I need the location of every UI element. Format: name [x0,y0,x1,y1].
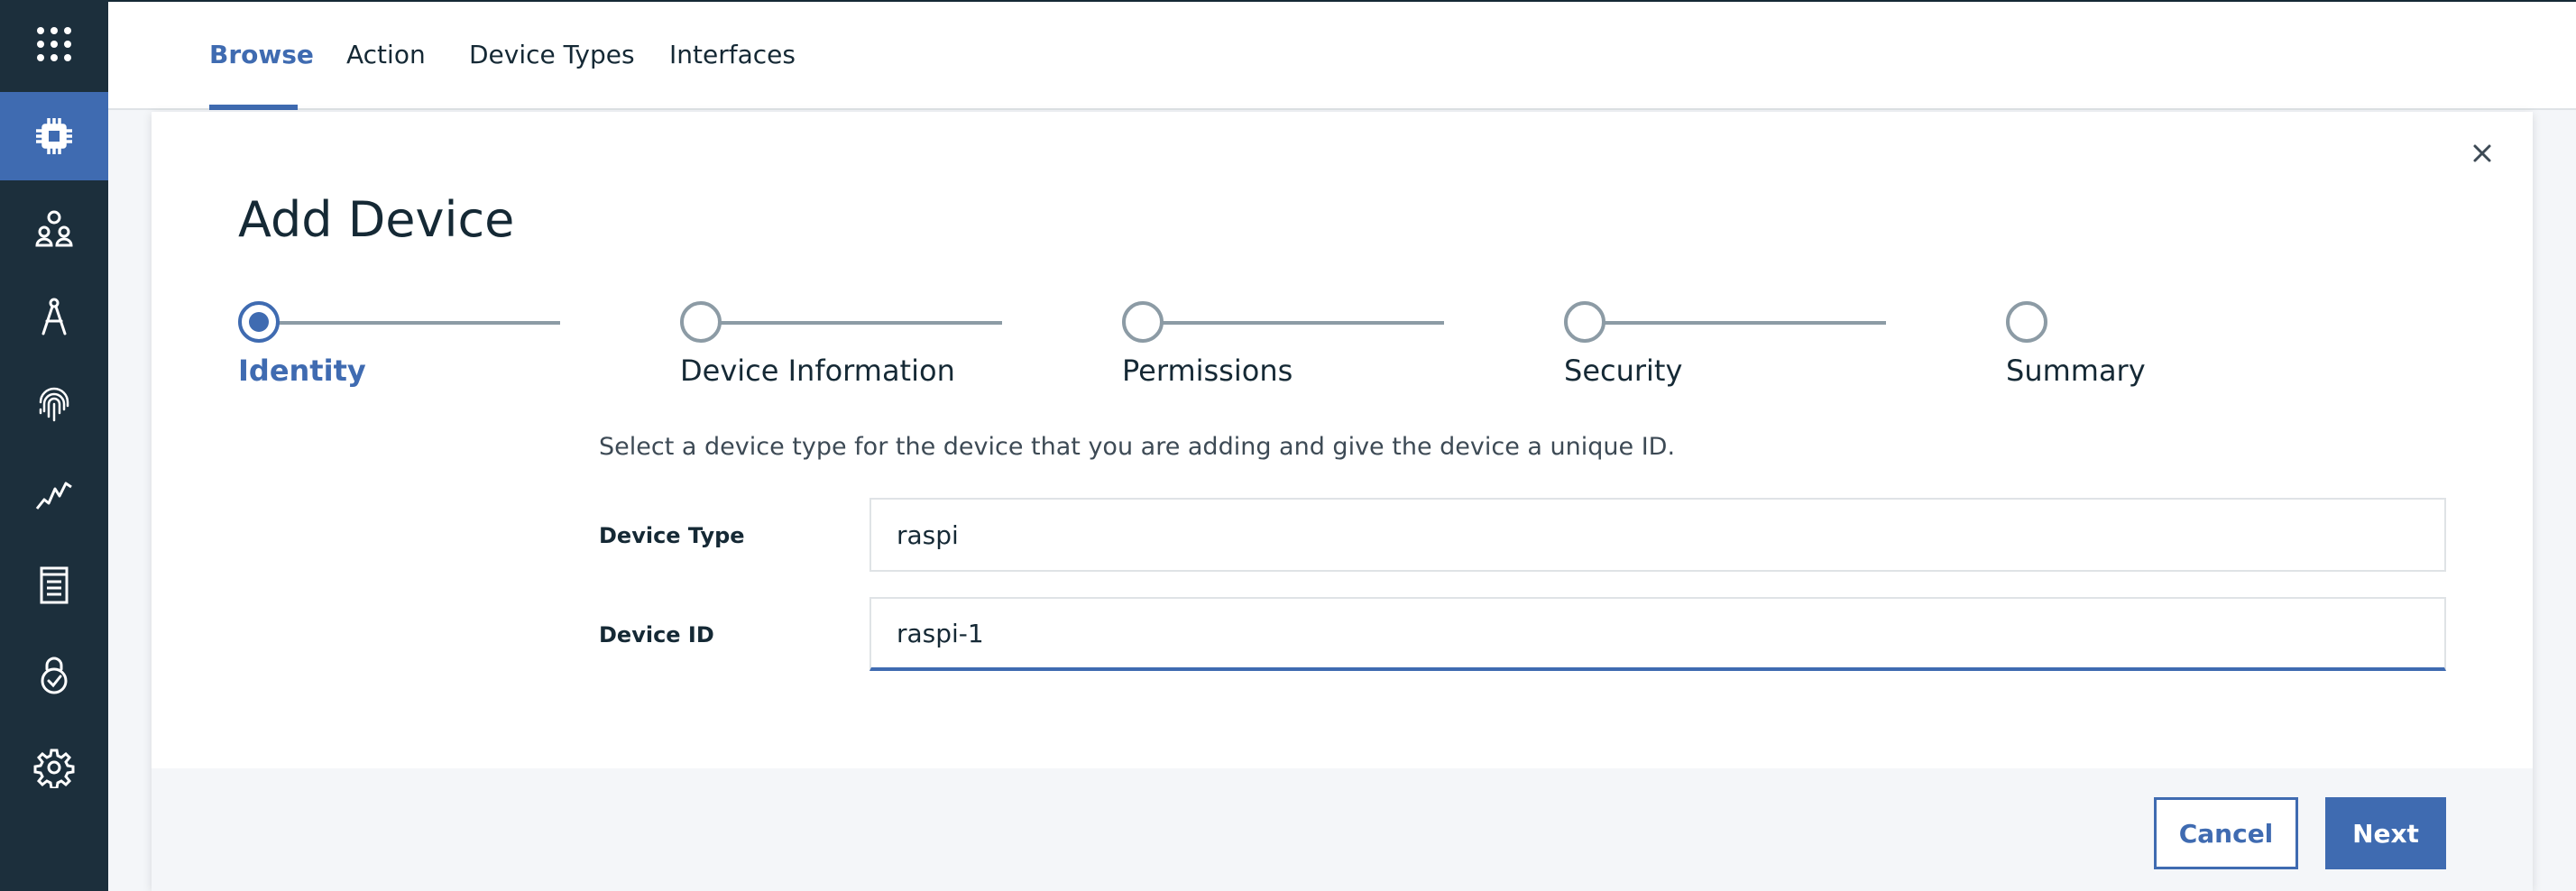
tab-browse[interactable]: Browse [209,40,314,69]
sidebar-item-devices[interactable] [0,92,108,180]
next-button[interactable]: Next [2325,797,2446,869]
sidebar-item-rules[interactable] [0,541,108,629]
tab-action[interactable]: Action [346,40,426,69]
compass-draw-icon [41,298,67,335]
close-icon [2473,144,2491,162]
step-label-permissions: Permissions [1122,354,1293,388]
step-security[interactable] [1564,301,1605,343]
modal-title: Add Device [238,191,515,248]
device-type-label: Device Type [599,523,745,548]
step-connector [1605,321,1886,325]
close-button[interactable] [2464,135,2500,171]
sidebar-item-identity[interactable] [0,361,108,449]
step-device-information[interactable] [680,301,722,343]
device-id-input[interactable] [869,597,2446,671]
document-icon [40,566,69,604]
step-label-summary: Summary [2006,354,2146,388]
device-type-input[interactable] [869,498,2446,572]
step-label-security: Security [1564,354,1683,388]
step-summary[interactable] [2006,301,2047,343]
add-device-modal: Add Device Identity Device Information P… [152,112,2533,891]
members-icon [35,210,73,247]
step-incomplete-icon [1564,301,1605,343]
sidebar-item-security[interactable] [0,631,108,720]
step-connector [1163,321,1444,325]
step-permissions[interactable] [1122,301,1164,343]
instructions-text: Select a device type for the device that… [599,433,1676,461]
sidebar-item-members[interactable] [0,184,108,272]
lock-check-icon [41,657,68,694]
step-connector [279,321,560,325]
tab-interfaces[interactable]: Interfaces [669,40,796,69]
app-switcher-button[interactable] [0,0,108,88]
step-connector [721,321,1002,325]
sidebar-item-usage[interactable] [0,449,108,537]
step-label-device-information: Device Information [680,354,955,388]
device-id-label: Device ID [599,622,714,648]
chip-icon [36,118,72,154]
cancel-button[interactable]: Cancel [2154,797,2298,869]
sidebar-item-settings[interactable] [0,723,108,812]
tab-device-types[interactable]: Device Types [469,40,635,69]
step-incomplete-icon [1122,301,1164,343]
analytics-icon [35,482,72,510]
settings-icon [33,749,75,788]
top-navigation: Browse Action Device Types Interfaces [108,0,2576,110]
step-incomplete-icon [2006,301,2047,343]
step-current-icon [238,301,280,343]
sidebar-item-apps[interactable] [0,272,108,361]
step-identity[interactable] [238,301,280,343]
step-incomplete-icon [680,301,722,343]
step-label-identity: Identity [238,354,366,388]
modal-footer: Cancel Next [152,768,2533,891]
fingerprint-icon [39,387,69,422]
sidebar [0,0,108,891]
app-switcher-icon [37,27,71,61]
